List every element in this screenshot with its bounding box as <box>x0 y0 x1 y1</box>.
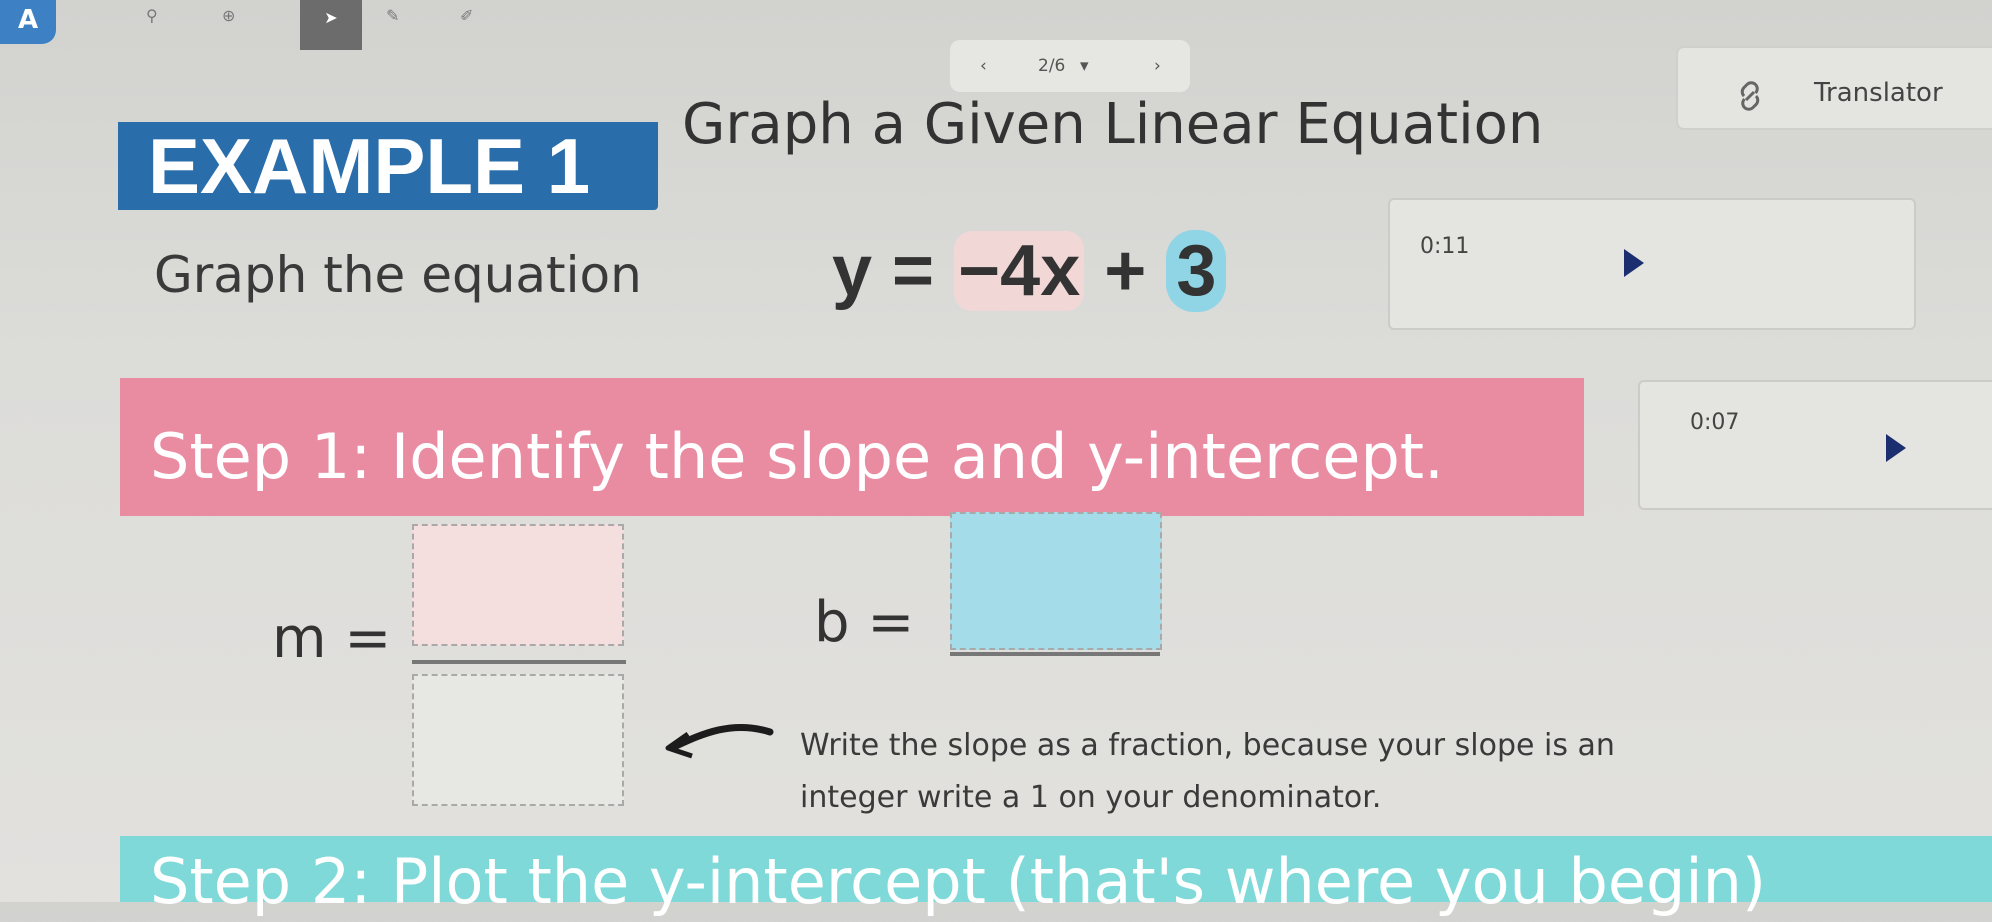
instruction-text: Graph the equation <box>154 246 642 304</box>
text-recognition-icon[interactable]: A <box>0 0 56 44</box>
equation-plus: + <box>1084 231 1167 311</box>
prev-page-button[interactable]: ‹ <box>980 56 987 76</box>
translator-label: Translator <box>1814 78 1943 108</box>
pointer-icon[interactable]: ➤ <box>300 0 362 50</box>
audio-player-1[interactable] <box>1388 198 1916 330</box>
intercept-underline <box>950 652 1160 656</box>
magnifier-icon[interactable]: ⚲ <box>146 6 158 25</box>
page-navigator: ‹ 2/6 ▾ › <box>950 40 1190 92</box>
equation-lhs: y = <box>832 231 955 311</box>
audio-time-2: 0:07 <box>1690 410 1740 435</box>
slope-denominator-input[interactable] <box>412 674 624 806</box>
fraction-bar <box>412 660 626 664</box>
audio-player-2[interactable] <box>1638 380 1992 510</box>
step1-text: Step 1: Identify the slope and y-interce… <box>150 420 1444 493</box>
equation-slope: −4x <box>954 231 1085 311</box>
curved-arrow-icon <box>665 723 774 759</box>
note-line-1: Write the slope as a fraction, because y… <box>800 728 1615 763</box>
equation-intercept: 3 <box>1166 230 1227 312</box>
slope-numerator-input[interactable] <box>412 524 624 646</box>
page-indicator[interactable]: 2/6 <box>1038 56 1065 76</box>
intercept-label: b = <box>814 590 915 655</box>
note-line-2: integer write a 1 on your denominator. <box>800 780 1382 815</box>
play-icon[interactable] <box>1886 434 1906 462</box>
example-title: Graph a Given Linear Equation <box>682 92 1544 157</box>
slope-label: m = <box>272 606 392 671</box>
play-icon[interactable] <box>1624 249 1644 277</box>
zoom-icon[interactable]: ⊕ <box>222 6 235 25</box>
pen-icon[interactable]: ✎ <box>386 6 399 25</box>
equation: y = −4x + 3 <box>832 230 1227 312</box>
next-page-button[interactable]: › <box>1154 56 1161 76</box>
page-dropdown-icon[interactable]: ▾ <box>1080 56 1089 76</box>
step2-text: Step 2: Plot the y-intercept (that's whe… <box>150 845 1767 918</box>
audio-time-1: 0:11 <box>1420 234 1470 259</box>
link-icon <box>1740 81 1760 111</box>
intercept-input[interactable] <box>950 512 1162 650</box>
highlighter-icon[interactable]: ✐ <box>460 6 473 25</box>
example-label: EXAMPLE 1 <box>148 122 591 210</box>
